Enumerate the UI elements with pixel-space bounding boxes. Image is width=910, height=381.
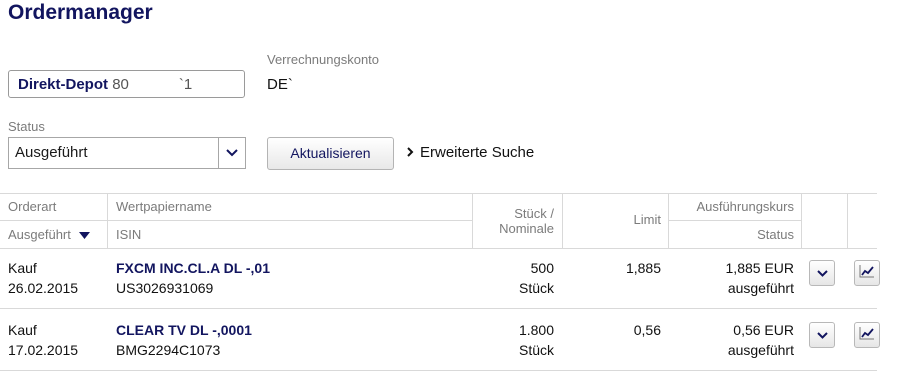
- row-price: 1,885 EUR: [725, 260, 794, 276]
- col-divider: [847, 193, 848, 248]
- orderart-filter-label: Ausgeführt: [8, 227, 71, 242]
- status-select-value: Ausgeführt: [15, 144, 88, 161]
- header-status: Status: [757, 227, 794, 242]
- header-divider-2: [668, 220, 801, 221]
- row-security-name[interactable]: FXCM INC.CL.A DL -,01: [116, 260, 270, 276]
- row-date: 26.02.2015: [8, 280, 79, 296]
- chevron-right-icon: [407, 144, 414, 161]
- chart-icon: [859, 326, 875, 345]
- status-select[interactable]: Ausgeführt: [8, 137, 246, 169]
- chart-icon: [859, 264, 875, 283]
- header-ausfuehrungskurs: Ausführungskurs: [696, 199, 794, 214]
- header-isin: ISIN: [116, 227, 142, 242]
- row-limit: 1,885: [625, 260, 661, 276]
- row-chart-button[interactable]: [854, 260, 880, 286]
- row-unit: Stück: [518, 280, 554, 296]
- row-status: ausgeführt: [727, 280, 794, 296]
- status-label: Status: [8, 119, 45, 134]
- row-price: 0,56 EUR: [733, 322, 794, 338]
- row-expand-button[interactable]: [809, 260, 835, 286]
- account-label: Verrechnungskonto: [267, 52, 380, 67]
- table-top-border: [0, 193, 877, 194]
- refresh-button[interactable]: Aktualisieren: [267, 137, 394, 170]
- row-expand-button[interactable]: [809, 322, 835, 348]
- row-type: Kauf: [8, 322, 37, 338]
- depot-selector[interactable]: Direkt-Depot 80 `1: [8, 70, 245, 98]
- row-status: ausgeführt: [727, 342, 794, 358]
- header-divider: [0, 220, 472, 221]
- chevron-down-icon[interactable]: [218, 138, 245, 168]
- row-limit: 0,56: [633, 322, 661, 338]
- orderart-filter[interactable]: Ausgeführt: [8, 227, 90, 242]
- extended-search-link[interactable]: Erweiterte Suche: [407, 144, 534, 161]
- row-date: 17.02.2015: [8, 342, 79, 358]
- depot-number: 80 `1: [112, 76, 193, 93]
- page-title: Ordermanager: [8, 1, 153, 24]
- extended-search-label: Erweiterte Suche: [420, 144, 535, 161]
- depot-name: Direkt-Depot: [18, 76, 109, 93]
- header-wertpapiername: Wertpapiername: [116, 199, 212, 214]
- row-qty: 500: [530, 260, 554, 276]
- sort-down-icon[interactable]: [78, 227, 90, 242]
- table-bottom-border: [0, 370, 877, 371]
- col-divider: [107, 193, 108, 248]
- row-type: Kauf: [8, 260, 37, 276]
- col-divider: [801, 193, 802, 248]
- header-bottom-border: [0, 248, 877, 249]
- row-qty: 1.800: [518, 322, 554, 338]
- chevron-down-icon: [816, 326, 828, 344]
- row-isin: BMG2294C1073: [116, 342, 221, 358]
- header-nominale: Nominale: [499, 221, 554, 236]
- row-chart-button[interactable]: [854, 322, 880, 348]
- header-stueck: Stück /: [514, 206, 554, 221]
- row-security-name[interactable]: CLEAR TV DL -,0001: [116, 322, 252, 338]
- row-isin: US3026931069: [116, 280, 214, 296]
- header-orderart: Orderart: [8, 199, 57, 214]
- header-limit: Limit: [633, 212, 661, 227]
- row-unit: Stück: [518, 342, 554, 358]
- account-value: DE`: [267, 76, 293, 93]
- chevron-down-icon: [816, 264, 828, 282]
- row-divider: [0, 308, 877, 309]
